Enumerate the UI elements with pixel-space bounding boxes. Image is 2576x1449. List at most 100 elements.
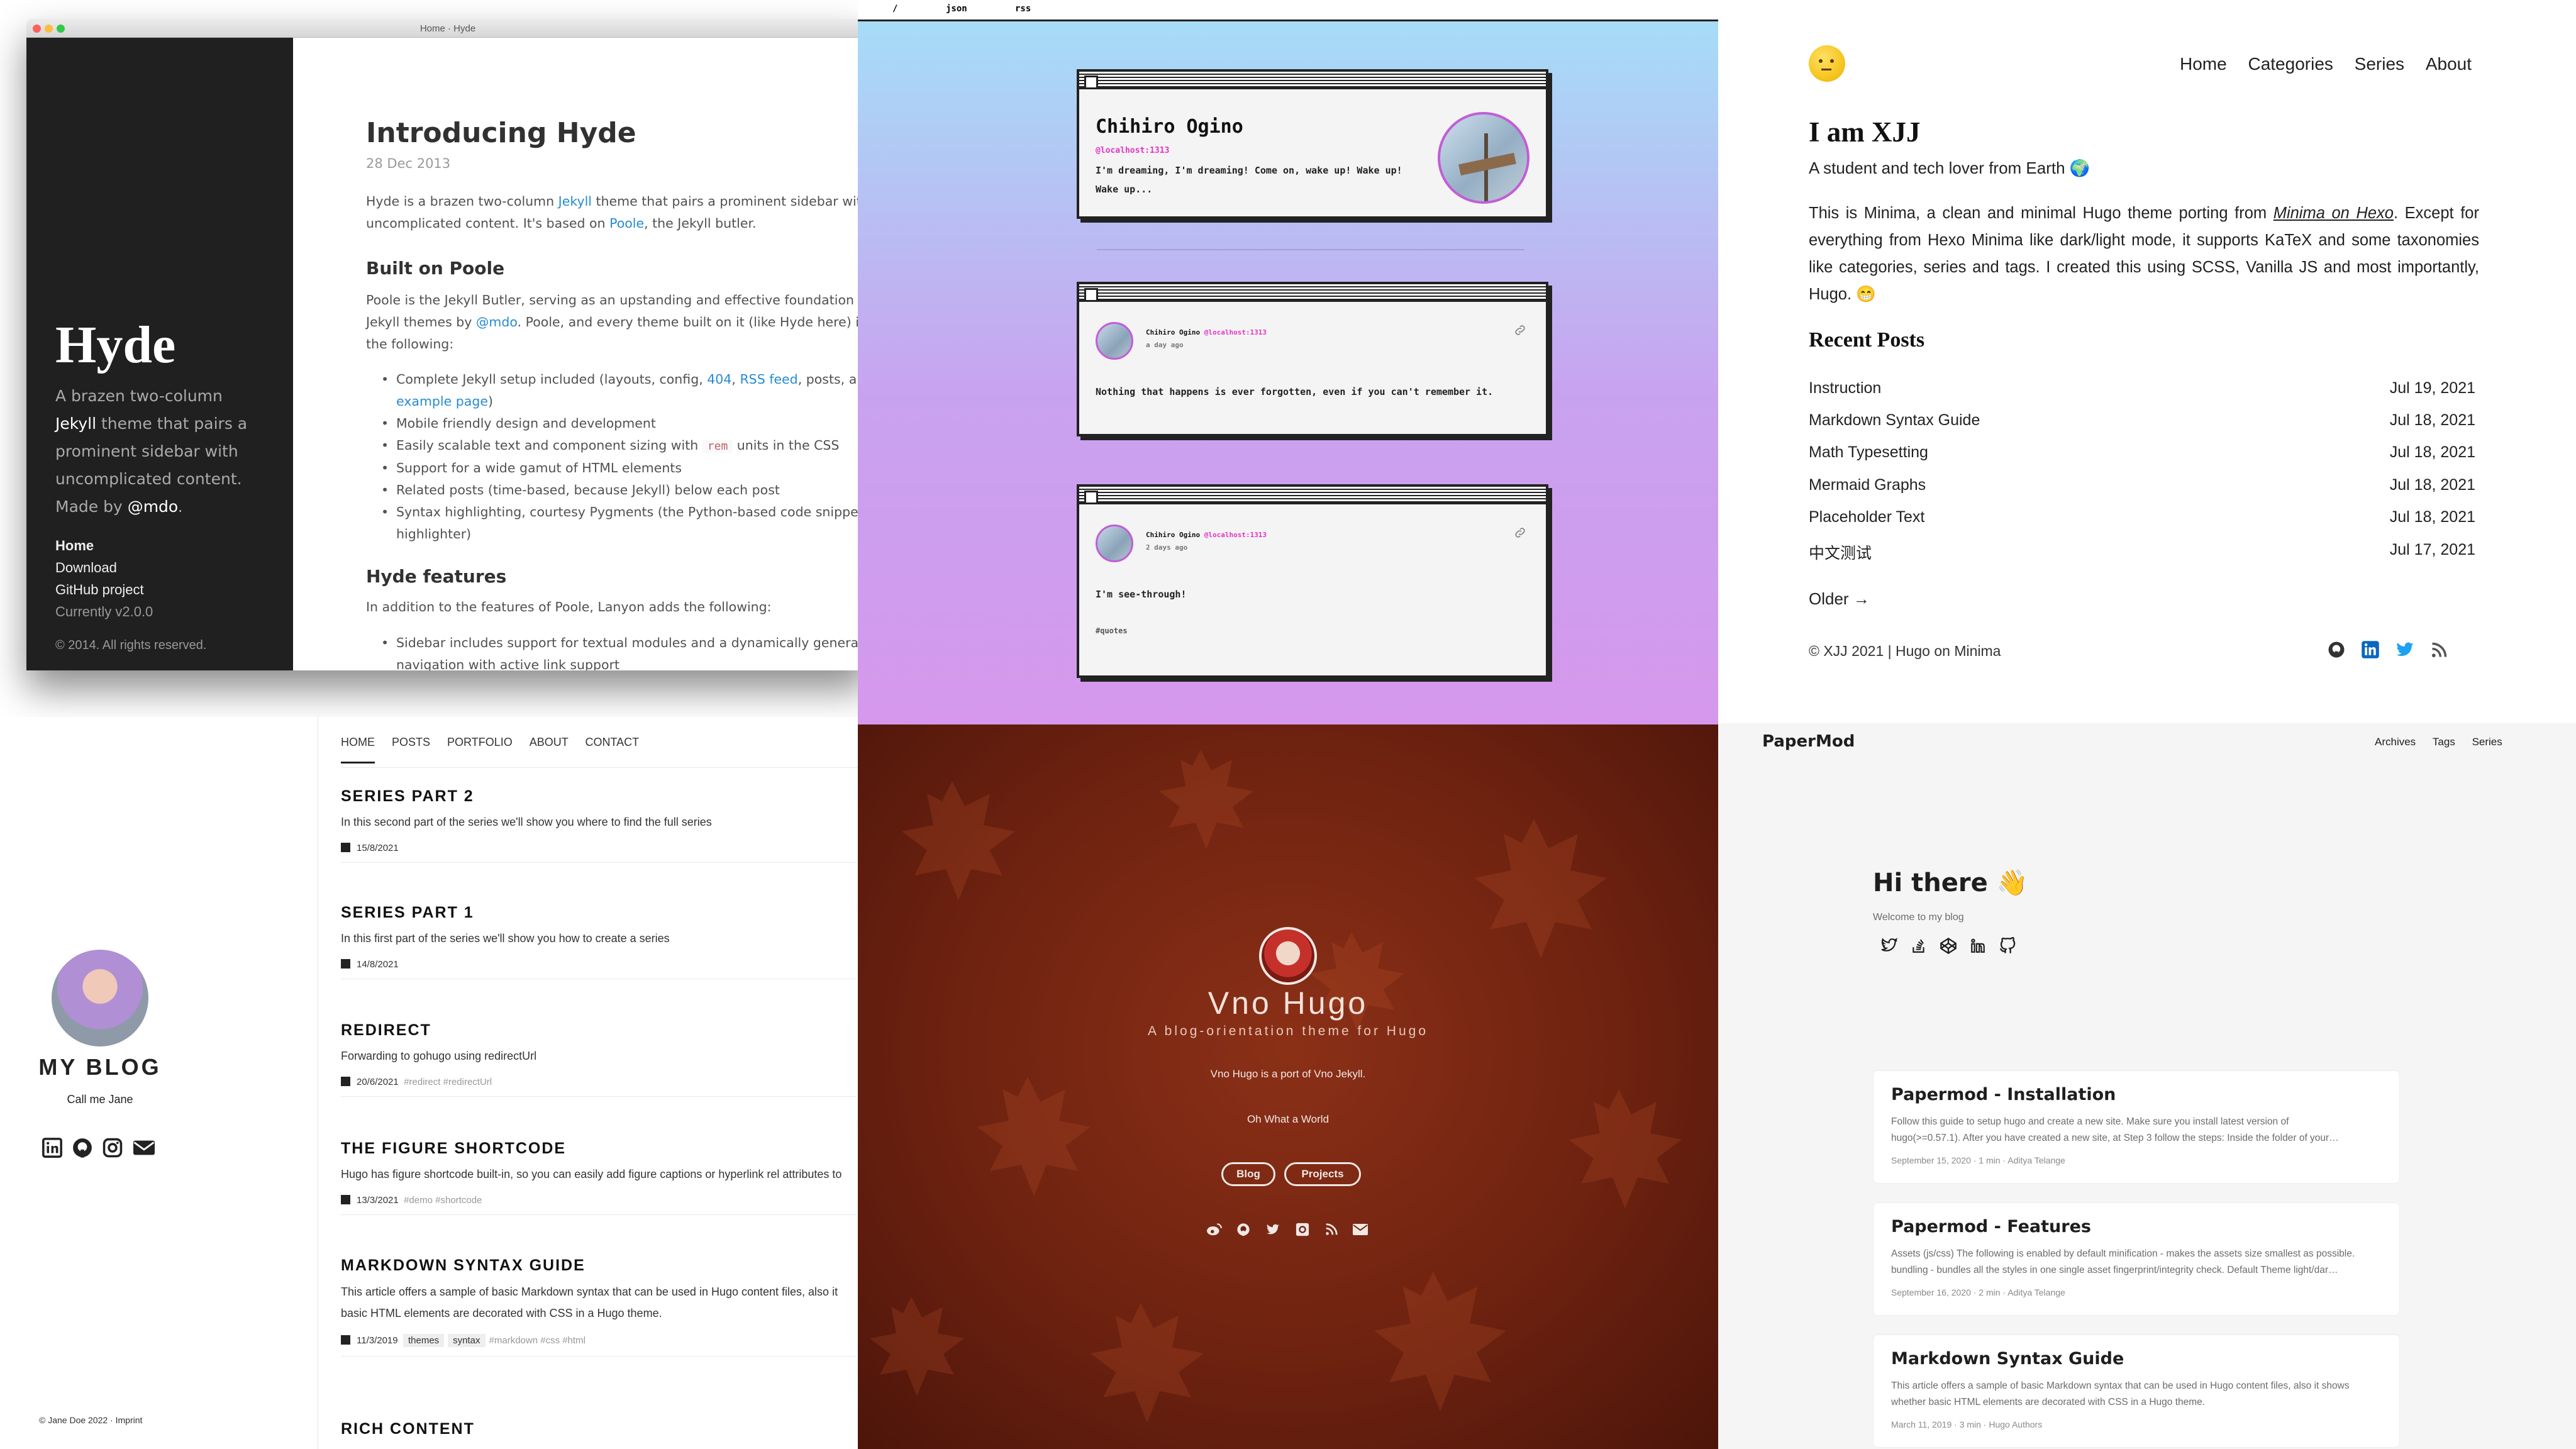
weibo-icon[interactable] [1206,1223,1223,1236]
post-row[interactable]: Mermaid Graphs Jul 18, 2021 [1809,476,2475,494]
link-icon[interactable] [1513,323,1527,337]
post-tags[interactable]: #demo #shortcode [404,1195,482,1206]
list-item: Easily scalable text and component sizin… [366,435,858,457]
rss-feed-link[interactable]: RSS feed [740,372,797,387]
site-title[interactable]: Hyde [55,314,175,375]
poole-link[interactable]: Poole [609,216,644,231]
tagline: Call me Jane [67,1093,133,1106]
linkedin-icon[interactable] [2361,640,2380,659]
projects-button[interactable]: Projects [1284,1162,1361,1186]
post-meta: 15/8/2021 [341,843,857,853]
nav-json[interactable]: json [946,4,967,14]
nav-portfolio[interactable]: PORTFOLIO [447,736,513,748]
nav-series[interactable]: Series [2472,736,2502,748]
list-item: Syntax highlighting, courtesy Pygments (… [366,501,858,545]
twitter-icon[interactable] [1880,937,1898,953]
post-title[interactable]: THE FIGURE SHORTCODE [341,1140,857,1158]
post-tags[interactable]: #redirect #redirectUrl [404,1077,492,1087]
twitter-icon[interactable] [2395,640,2415,659]
post-title[interactable]: SERIES PART 2 [341,787,857,806]
post-item: MARKDOWN SYNTAX GUIDE This article offer… [341,1257,857,1357]
profile-handle[interactable]: @localhost:1313 [1096,146,1169,155]
post-title[interactable]: Introducing Hyde [366,117,636,149]
post-row[interactable]: Math Typesetting Jul 18, 2021 [1809,443,2475,462]
github-icon[interactable] [72,1137,93,1158]
nav-about[interactable]: ABOUT [530,736,569,748]
avatar[interactable] [1096,525,1133,562]
nav-categories[interactable]: Categories [2248,54,2333,74]
nav-about[interactable]: About [2426,54,2472,74]
post-row[interactable]: Placeholder Text Jul 18, 2021 [1809,508,2475,526]
profile-avatar[interactable] [1438,112,1530,204]
post-handle[interactable]: @localhost:1313 [1204,328,1267,336]
email-icon[interactable] [1352,1223,1368,1236]
nav-posts[interactable]: POSTS [392,736,430,748]
jekyll-link[interactable]: Jekyll [55,414,96,433]
post-title[interactable]: SERIES PART 1 [341,904,857,922]
404-link[interactable]: 404 [707,372,731,387]
post-title[interactable]: REDIRECT [341,1021,857,1040]
nav-root[interactable]: / [892,4,897,14]
site-title[interactable]: Vno Hugo [858,985,1718,1021]
instagram-icon[interactable] [102,1137,123,1158]
nav-github[interactable]: GitHub project [55,579,153,601]
nav-tags[interactable]: Tags [2433,736,2455,748]
jekyll-link[interactable]: Jekyll [558,194,592,209]
list-item: Complete Jekyll setup included (layouts,… [366,369,858,413]
codepen-icon[interactable] [1940,937,1957,955]
post-row[interactable]: Instruction Jul 19, 2021 [1809,379,2475,397]
post-time[interactable]: a day ago [1146,341,1184,349]
rss-icon[interactable] [2430,641,2448,659]
nav-home[interactable]: HOME [341,736,375,763]
nav-download[interactable]: Download [55,557,153,579]
email-icon[interactable] [132,1137,156,1158]
post-tag[interactable]: #quotes [1096,626,1128,635]
site-title[interactable]: MY BLOG [0,1054,200,1080]
older-link[interactable]: Older → [1809,589,1870,609]
nav-rss[interactable]: rss [1015,4,1031,14]
example-page-link[interactable]: example page [396,394,488,409]
post-title[interactable]: Papermod - Features [1891,1217,2091,1236]
category-pill[interactable]: syntax [448,1334,486,1347]
twitter-icon[interactable] [1265,1223,1280,1236]
post-title[interactable]: Papermod - Installation [1891,1085,2116,1104]
post-title[interactable]: Markdown Syntax Guide [1891,1349,2124,1368]
post-row[interactable]: 中文测试 Jul 17, 2021 [1809,541,2475,564]
post-title[interactable]: RICH CONTENT [341,1420,857,1438]
github-icon[interactable] [2327,640,2346,659]
avatar[interactable] [1259,927,1317,985]
post-card[interactable]: Markdown Syntax Guide This article offer… [1873,1335,2400,1448]
github-icon[interactable] [1999,937,2016,955]
nav-home[interactable]: Home [2180,54,2227,74]
mdo-link[interactable]: @mdo [128,497,178,516]
instagram-icon[interactable] [1296,1223,1309,1236]
post-row[interactable]: Markdown Syntax Guide Jul 18, 2021 [1809,411,2475,430]
rss-icon[interactable] [1324,1223,1338,1236]
post-summary: This article offers a sample of basic Ma… [341,1285,838,1319]
avatar[interactable] [52,950,148,1046]
nav-home[interactable]: Home [55,535,153,557]
category-pill[interactable]: themes [402,1334,445,1347]
post-meta: March 11, 2019 · 3 min · Hugo Authors [1891,1419,2043,1430]
post-title[interactable]: MARKDOWN SYNTAX GUIDE [341,1257,857,1275]
post-tags[interactable]: #markdown #css #html [489,1335,586,1346]
logo-emoji-icon[interactable] [1809,45,1845,82]
nav-series[interactable]: Series [2355,54,2404,74]
site-brand[interactable]: PaperMod [1762,732,1855,751]
nav-archives[interactable]: Archives [2375,736,2416,748]
linkedin-icon[interactable] [42,1137,63,1158]
linkedin-icon[interactable] [1970,938,1986,954]
post-card[interactable]: Papermod - Features Assets (js/css) The … [1873,1202,2400,1316]
inline-code: rem [702,440,733,453]
link-icon[interactable] [1513,526,1527,540]
minima-on-hexo-link[interactable]: Minima on Hexo [2273,204,2394,222]
mdo-link[interactable]: @mdo [476,314,518,330]
post-card[interactable]: Papermod - Installation Follow this guid… [1873,1070,2400,1184]
blog-button[interactable]: Blog [1221,1162,1275,1186]
avatar[interactable] [1096,322,1133,360]
github-icon[interactable] [1236,1223,1250,1236]
post-handle[interactable]: @localhost:1313 [1204,531,1267,539]
post-time[interactable]: 2 days ago [1146,543,1187,552]
stackoverflow-icon[interactable] [1911,937,1927,955]
nav-contact[interactable]: CONTACT [585,736,639,748]
